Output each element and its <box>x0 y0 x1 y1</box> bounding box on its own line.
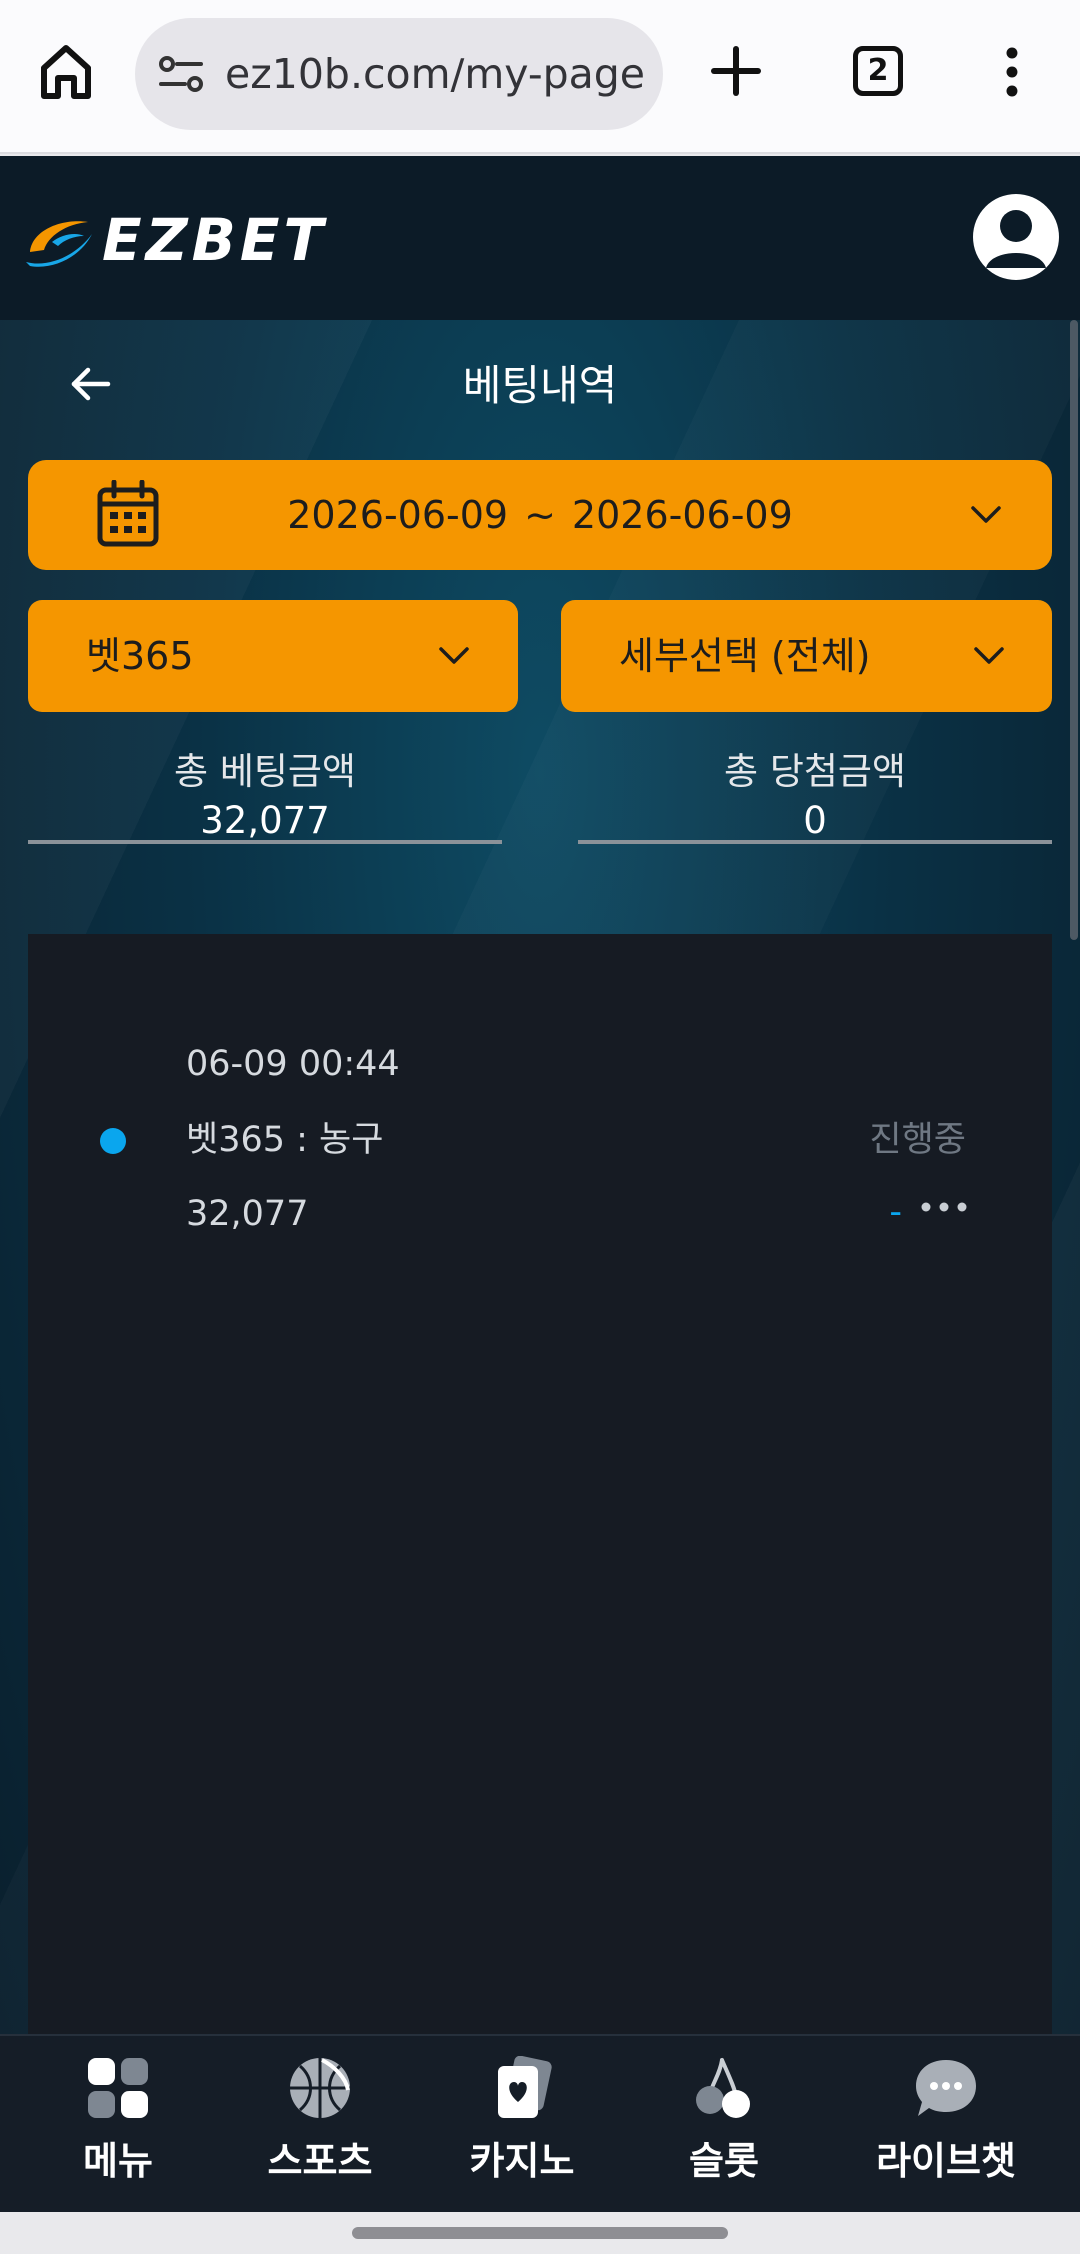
user-icon <box>986 210 1046 268</box>
tab-switcher-button[interactable]: 2 <box>853 46 903 96</box>
cherry-icon <box>696 2058 750 2118</box>
bet-title: 벳365 : 농구 <box>186 1120 384 1160</box>
nav-item-sports[interactable]: 스포츠 <box>220 2036 420 2214</box>
detail-select[interactable]: 세부선택 (전체) <box>561 600 1052 712</box>
home-icon[interactable] <box>38 42 94 102</box>
nav-item-casino[interactable]: 카지노 <box>422 2036 622 2214</box>
new-tab-icon[interactable] <box>710 45 762 97</box>
detail-select-value: 세부선택 (전체) <box>619 634 871 678</box>
site-logo[interactable]: EZBET <box>22 208 352 272</box>
date-separator: ~ <box>524 493 556 537</box>
site-settings-icon[interactable] <box>157 52 205 96</box>
date-range-picker[interactable]: 2026-06-09 ~2026-06-09 <box>28 460 1052 570</box>
bet-history-list: 06-09 00:44 벳365 : 농구 32,077 진행중 - <box>28 934 1052 2212</box>
more-options-icon[interactable] <box>1000 46 1024 98</box>
nav-label: 스포츠 <box>267 2139 373 2183</box>
nav-label: 라이브챗 <box>876 2139 1016 2183</box>
total-win-value: 0 <box>803 799 827 842</box>
menu-grid-icon <box>88 2058 148 2118</box>
bet-datetime: 06-09 00:44 <box>186 1044 400 1084</box>
date-range-text: 2026-06-09 ~2026-06-09 <box>28 460 1052 570</box>
status-dot <box>100 1128 126 1154</box>
address-bar[interactable]: ez10b.com/my-page <box>135 18 663 130</box>
total-win-amount: 총 당첨금액 0 <box>578 748 1052 844</box>
site-header: EZBET <box>0 156 1080 320</box>
provider-select-value: 벳365 <box>86 634 194 678</box>
bottom-navigation: 메뉴 스포츠 카지노 슬롯 라이브챗 <box>0 2034 1080 2212</box>
basketball-icon <box>290 2058 350 2118</box>
cards-icon <box>498 2056 552 2118</box>
chevron-down-icon <box>974 647 1004 664</box>
more-dots-icon[interactable] <box>920 1200 968 1214</box>
nav-label: 카지노 <box>469 2139 575 2183</box>
chevron-down-icon <box>439 647 469 664</box>
nav-item-menu[interactable]: 메뉴 <box>18 2036 218 2214</box>
bet-status: 진행중 <box>869 1120 966 1160</box>
nav-label: 메뉴 <box>83 2139 153 2183</box>
logo-mark-icon <box>26 221 92 267</box>
page-title: 베팅내역 <box>462 361 618 410</box>
chevron-down-icon <box>971 506 1001 523</box>
browser-toolbar: ez10b.com/my-page 2 <box>0 0 1080 154</box>
total-win-label: 총 당첨금액 <box>724 750 906 793</box>
bet-win-amount: - <box>889 1192 902 1232</box>
bet-list-item[interactable]: 06-09 00:44 벳365 : 농구 32,077 진행중 - <box>28 934 1052 1234</box>
gesture-navigation-bar[interactable] <box>352 2227 728 2239</box>
logo-text: EZBET <box>102 206 328 274</box>
chat-icon <box>916 2060 976 2116</box>
total-bet-label: 총 베팅금액 <box>174 750 356 793</box>
bet-amount: 32,077 <box>186 1194 309 1234</box>
user-avatar-button[interactable] <box>973 194 1059 280</box>
nav-label: 슬롯 <box>689 2139 759 2183</box>
url-text: ez10b.com/my-page <box>225 50 646 98</box>
site-viewport: EZBET 베팅내역 2026-06-09 ~2026-06-09 벳365 세… <box>0 156 1080 2212</box>
date-end: 2026-06-09 <box>571 493 793 537</box>
date-start: 2026-06-09 <box>287 493 509 537</box>
page-title-bar: 베팅내역 <box>0 320 1080 452</box>
provider-select[interactable]: 벳365 <box>28 600 518 712</box>
nav-item-slots[interactable]: 슬롯 <box>624 2036 824 2214</box>
nav-item-live-chat[interactable]: 라이브챗 <box>846 2036 1046 2214</box>
total-bet-amount: 총 베팅금액 32,077 <box>28 748 502 844</box>
total-bet-value: 32,077 <box>200 799 330 842</box>
